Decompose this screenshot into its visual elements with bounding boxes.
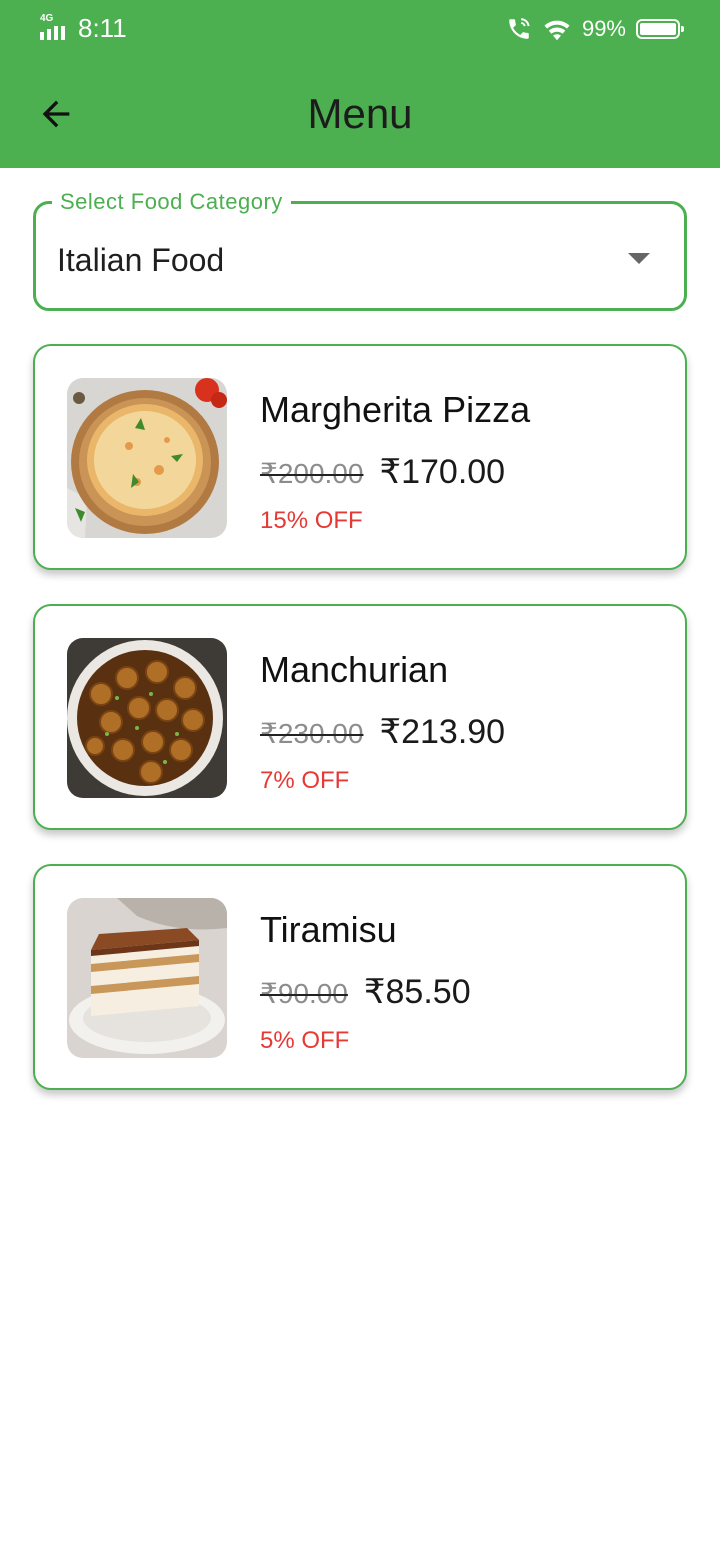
pizza-image [67, 378, 227, 538]
menu-item-card[interactable]: Manchurian ₹230.00 ₹213.90 7% OFF [33, 604, 687, 830]
dropdown-arrow-icon [628, 253, 650, 264]
item-name: Manchurian [260, 649, 449, 690]
food-category-dropdown[interactable]: Select Food Category Italian Food [33, 188, 687, 311]
discount-label: 7% OFF [260, 767, 350, 794]
status-time: 8:11 [78, 13, 127, 43]
menu-item-card[interactable]: Margherita Pizza ₹200.00 ₹170.00 15% OFF [33, 344, 687, 570]
discounted-price: ₹85.50 [363, 973, 471, 1011]
wifi-call-icon [509, 18, 530, 39]
dropdown-value: Italian Food [57, 242, 225, 278]
original-price: ₹230.00 [260, 718, 364, 749]
page-title: Menu [307, 90, 413, 137]
app-bar: 4G 8:11 99% Menu [0, 0, 720, 168]
original-price: ₹90.00 [260, 978, 348, 1009]
item-prices: ₹200.00 ₹170.00 [260, 452, 505, 492]
wifi-icon [544, 20, 570, 41]
signal-icon: 4G [40, 14, 72, 40]
status-bar: 4G 8:11 99% [0, 0, 720, 56]
item-prices: ₹90.00 ₹85.50 [260, 972, 471, 1012]
discount-label: 5% OFF [260, 1027, 350, 1054]
discounted-price: ₹170.00 [379, 453, 506, 491]
item-name: Tiramisu [260, 909, 397, 950]
dropdown-label: Select Food Category [52, 188, 291, 216]
discount-label: 15% OFF [260, 507, 363, 534]
network-type: 4G [40, 13, 54, 24]
menu-item-card[interactable]: Tiramisu ₹90.00 ₹85.50 5% OFF [33, 864, 687, 1090]
tiramisu-image [67, 898, 227, 1058]
item-prices: ₹230.00 ₹213.90 [260, 712, 505, 752]
item-name: Margherita Pizza [260, 389, 531, 430]
battery-percent: 99% [581, 16, 626, 41]
original-price: ₹200.00 [260, 458, 364, 489]
battery-icon [636, 19, 684, 39]
discounted-price: ₹213.90 [379, 713, 506, 751]
manchurian-image [67, 638, 227, 798]
